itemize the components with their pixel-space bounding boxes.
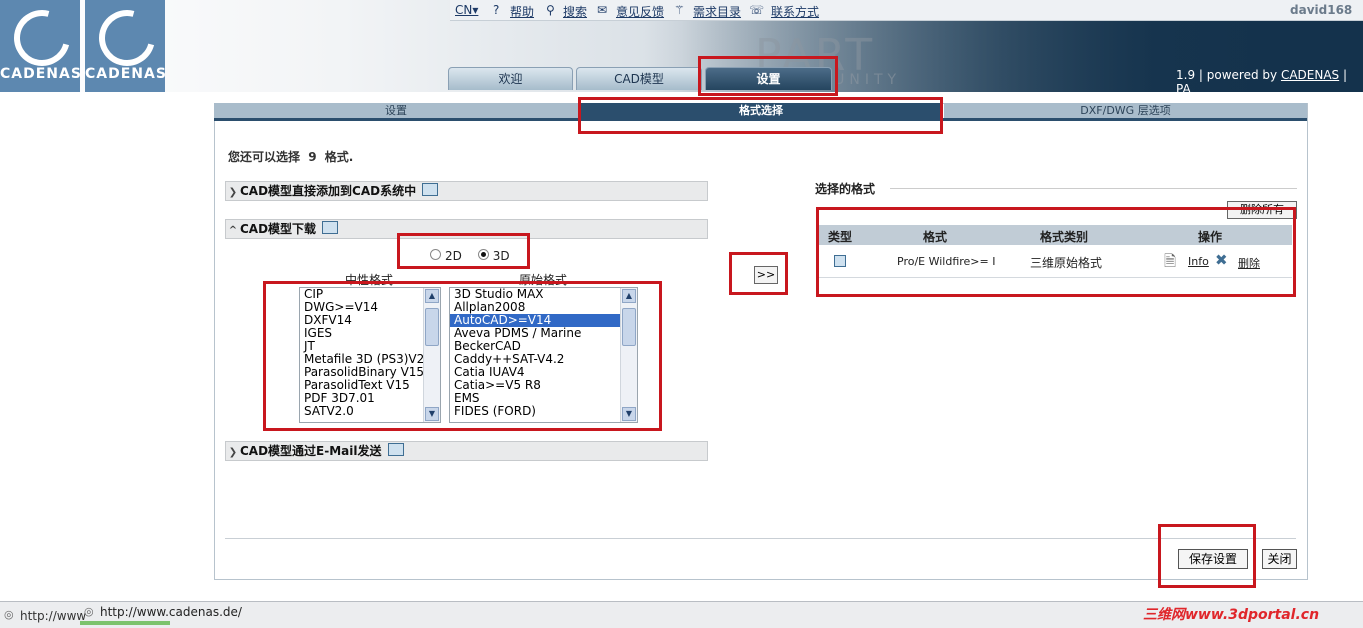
contact-icon: ☏ [749,3,765,17]
annotation-box [729,252,788,295]
remaining-count: 9 [308,150,317,164]
email-icon [387,443,404,456]
annotation-box [1158,524,1256,588]
status-url-ghost: http://www [20,609,87,623]
status-url: http://www.cadenas.de/ [100,605,242,619]
annotation-box [816,207,1296,297]
annotation-box [397,233,530,269]
tab-cad-model[interactable]: CAD模型 [576,67,702,90]
divider [890,188,1297,189]
help-link[interactable]: 帮助 [510,3,534,20]
wand-icon: ⚚ [674,3,685,17]
selected-formats-title: 选择的格式 [815,182,876,196]
section-title: CAD模型下载 [240,222,317,236]
annotation-box [263,281,662,431]
language-select[interactable]: CN▾ [455,3,478,17]
divider [225,538,1296,539]
remaining-formats-text: 您还可以选择 9 格式. [228,148,353,165]
logo-ring-icon [3,0,81,77]
chevron-down-icon: ❯ [228,447,238,458]
tab-welcome[interactable]: 欢迎 [448,67,573,90]
help-icon: ? [493,3,500,17]
logo-ring-icon [88,0,166,77]
search-link[interactable]: 搜索 [563,3,587,20]
chevron-up-icon: ^ [228,225,238,236]
watermark-3dportal: 三维网www.3dportal.cn [1143,607,1320,623]
progress-indicator [80,621,170,625]
logo-text: CADENAS [0,66,82,82]
cad-add-icon [422,183,439,196]
catalog-link[interactable]: 需求目录 [693,3,741,20]
section-direct-add[interactable]: ❯ CAD模型直接添加到CAD系统中 [225,181,708,201]
cadenas-logo-ghost: CADENAS [0,0,82,92]
subtab-dxf-layer-options[interactable]: DXF/DWG 层选项 [944,103,1307,118]
logo-text: CADENAS [85,66,167,82]
section-email[interactable]: ❯ CAD模型通过E-Mail发送 [225,441,708,461]
globe-icon: ◎ [84,605,94,618]
search-icon: ⚲ [546,3,555,17]
cadenas-link[interactable]: CADENAS [1281,68,1339,82]
subtab-settings[interactable]: 设置 [214,103,578,118]
username: david168 [1290,3,1353,17]
close-button[interactable]: 关闭 [1262,549,1297,569]
annotation-box [578,97,943,134]
version-text: 1.9 | powered by [1176,68,1278,82]
feedback-link[interactable]: 意见反馈 [616,3,664,20]
remaining-prefix: 您还可以选择 [228,150,301,164]
floppy-disk-icon [322,221,339,234]
section-title: CAD模型直接添加到CAD系统中 [240,184,417,198]
mail-icon: ✉ [597,3,608,17]
annotation-box [698,56,838,96]
remaining-suffix: 格式. [324,150,354,164]
contact-link[interactable]: 联系方式 [771,3,819,20]
chevron-down-icon: ❯ [228,187,238,198]
version-info: 1.9 | powered by CADENAS | PA [1176,68,1363,96]
globe-icon: ◎ [4,608,14,621]
cadenas-logo[interactable]: CADENAS [85,0,167,92]
section-title: CAD模型通过E-Mail发送 [240,444,382,458]
